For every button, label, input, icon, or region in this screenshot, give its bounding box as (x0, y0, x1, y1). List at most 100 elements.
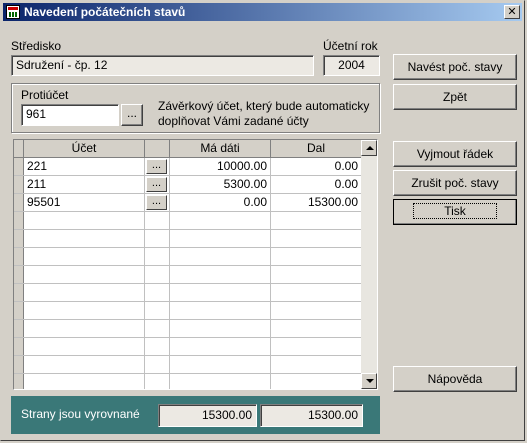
cell-ucet[interactable] (24, 320, 145, 337)
app-icon (6, 5, 20, 19)
cell-ucet[interactable] (24, 212, 145, 229)
cell-ma-dati[interactable] (170, 374, 271, 389)
row-selector[interactable] (14, 356, 24, 373)
cell-ma-dati[interactable] (170, 302, 271, 319)
cell-ucet[interactable] (24, 302, 145, 319)
print-button[interactable]: Tisk (393, 199, 517, 225)
table-row[interactable] (14, 302, 362, 320)
row-selector[interactable] (14, 212, 24, 229)
cell-ma-dati[interactable] (170, 212, 271, 229)
cell-button[interactable] (145, 212, 170, 229)
cell-dal[interactable]: 0.00 (271, 176, 362, 193)
cell-ucet[interactable] (24, 338, 145, 355)
cell-button[interactable] (145, 374, 170, 389)
navest-button[interactable]: Navést poč. stavy (393, 54, 517, 80)
scroll-down-button[interactable] (361, 373, 377, 389)
protiucet-lookup-button[interactable]: ... (121, 104, 143, 126)
row-selector[interactable] (14, 248, 24, 265)
row-selector[interactable] (14, 374, 24, 389)
row-selector[interactable] (14, 284, 24, 301)
cell-ma-dati[interactable]: 10000.00 (170, 158, 271, 175)
cell-ma-dati[interactable]: 0.00 (170, 194, 271, 211)
table-row[interactable] (14, 230, 362, 248)
table-row[interactable] (14, 374, 362, 389)
title-bar[interactable]: Navedení počátečních stavů ✕ (3, 3, 522, 21)
cell-ma-dati[interactable]: 5300.00 (170, 176, 271, 193)
cell-ucet[interactable] (24, 266, 145, 283)
row-lookup-button[interactable]: ... (146, 195, 167, 210)
cell-button[interactable]: ... (145, 158, 170, 175)
cell-ucet[interactable]: 95501 (24, 194, 145, 211)
table-row[interactable] (14, 266, 362, 284)
cell-dal[interactable] (271, 284, 362, 301)
cell-ma-dati[interactable] (170, 320, 271, 337)
cancel-initial-button[interactable]: Zrušit poč. stavy (393, 170, 517, 196)
cell-dal[interactable]: 0.00 (271, 158, 362, 175)
cell-ma-dati[interactable] (170, 284, 271, 301)
cell-ucet[interactable] (24, 356, 145, 373)
ucetni-rok-field: 2004 (323, 55, 380, 76)
cell-dal[interactable] (271, 248, 362, 265)
table-row[interactable] (14, 338, 362, 356)
grid-header-dal[interactable]: Dal (271, 140, 362, 158)
row-selector[interactable] (14, 176, 24, 193)
cell-dal[interactable]: 15300.00 (271, 194, 362, 211)
table-row[interactable] (14, 248, 362, 266)
row-selector[interactable] (14, 158, 24, 175)
grid-header-ma-dati[interactable]: Má dáti (170, 140, 271, 158)
grid-header-ucet[interactable]: Účet (24, 140, 145, 158)
cell-ma-dati[interactable] (170, 248, 271, 265)
cell-ucet[interactable] (24, 374, 145, 389)
cell-ucet[interactable] (24, 248, 145, 265)
cell-button[interactable] (145, 338, 170, 355)
cell-button[interactable] (145, 266, 170, 283)
table-row[interactable] (14, 284, 362, 302)
cell-ucet[interactable]: 221 (24, 158, 145, 175)
cell-ma-dati[interactable] (170, 356, 271, 373)
protiucet-input[interactable]: 961 (21, 104, 119, 126)
row-selector[interactable] (14, 194, 24, 211)
cell-ma-dati[interactable] (170, 266, 271, 283)
row-selector[interactable] (14, 302, 24, 319)
cell-button[interactable] (145, 230, 170, 247)
stredisko-field: Sdružení - čp. 12 (11, 55, 314, 76)
cell-ma-dati[interactable] (170, 230, 271, 247)
row-lookup-button[interactable]: ... (146, 159, 167, 174)
remove-row-button[interactable]: Vyjmout řádek (393, 141, 517, 167)
cell-button[interactable]: ... (145, 194, 170, 211)
table-row[interactable]: 95501... 0.00 15300.00 (14, 194, 362, 212)
cell-dal[interactable] (271, 212, 362, 229)
cell-dal[interactable] (271, 374, 362, 389)
row-selector[interactable] (14, 230, 24, 247)
table-row[interactable]: 211... 5300.00 0.00 (14, 176, 362, 194)
row-selector[interactable] (14, 266, 24, 283)
row-selector[interactable] (14, 320, 24, 337)
cell-ucet[interactable] (24, 230, 145, 247)
cell-dal[interactable] (271, 356, 362, 373)
cell-ma-dati[interactable] (170, 338, 271, 355)
cell-button[interactable] (145, 356, 170, 373)
cell-dal[interactable] (271, 230, 362, 247)
scroll-up-button[interactable] (361, 140, 377, 156)
cell-button[interactable] (145, 302, 170, 319)
back-button[interactable]: Zpět (393, 84, 517, 110)
cell-button[interactable]: ... (145, 176, 170, 193)
close-button[interactable]: ✕ (504, 5, 520, 19)
cell-button[interactable] (145, 320, 170, 337)
cell-ucet[interactable] (24, 284, 145, 301)
cell-dal[interactable] (271, 320, 362, 337)
grid-vertical-scrollbar[interactable] (361, 140, 377, 389)
cell-dal[interactable] (271, 266, 362, 283)
table-row[interactable] (14, 356, 362, 374)
help-button[interactable]: Nápověda (393, 366, 517, 392)
table-row[interactable] (14, 320, 362, 338)
row-selector[interactable] (14, 338, 24, 355)
table-row[interactable]: 221... 10000.00 0.00 (14, 158, 362, 176)
cell-button[interactable] (145, 248, 170, 265)
table-row[interactable] (14, 212, 362, 230)
cell-ucet[interactable]: 211 (24, 176, 145, 193)
cell-dal[interactable] (271, 338, 362, 355)
row-lookup-button[interactable]: ... (146, 177, 167, 192)
cell-dal[interactable] (271, 302, 362, 319)
cell-button[interactable] (145, 284, 170, 301)
